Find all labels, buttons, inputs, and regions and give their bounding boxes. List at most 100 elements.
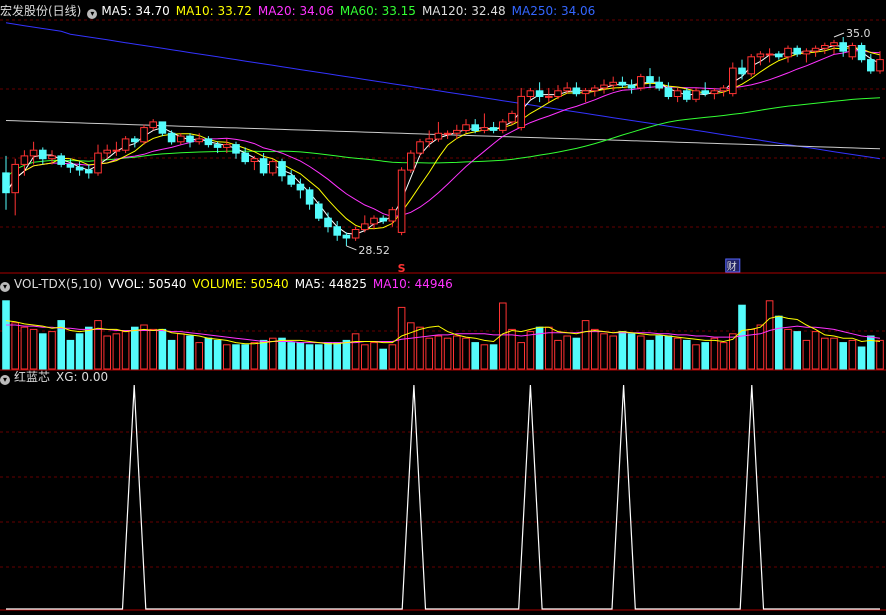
volume-bar	[710, 337, 719, 370]
candle-body	[453, 129, 461, 134]
volume-bar	[443, 337, 452, 370]
settings-icon[interactable]: ▾	[0, 282, 10, 292]
candle-body	[425, 138, 433, 143]
candle-body	[839, 42, 848, 52]
candle-body	[149, 121, 157, 129]
volume-bar	[195, 342, 203, 370]
volume-bar	[600, 333, 608, 370]
volume-bar	[416, 326, 424, 370]
volume-bar	[85, 326, 93, 370]
stock-chart[interactable]: 28.52 35.0 S 财	[0, 0, 886, 615]
volume-bar	[517, 342, 526, 370]
candle-body	[646, 76, 654, 83]
candle-body	[738, 67, 746, 75]
candlesticks[interactable]	[2, 36, 884, 246]
volume-bar	[775, 315, 783, 370]
candle-body	[462, 124, 470, 132]
volume-bar	[821, 337, 829, 370]
settings-icon[interactable]: ▾	[0, 375, 10, 385]
candle-body	[388, 209, 397, 222]
candle-body	[213, 144, 222, 148]
low-leader	[346, 245, 357, 251]
candle-body	[609, 81, 618, 86]
volume-bar	[627, 333, 636, 370]
ma20-label: MA20: 34.06	[257, 4, 334, 18]
candle-body	[94, 152, 102, 174]
candle-body	[315, 203, 323, 219]
volume-bar	[646, 339, 654, 370]
candle-body	[775, 53, 783, 58]
candle-body	[719, 87, 728, 92]
settings-icon[interactable]: ▾	[87, 9, 98, 19]
candle-body	[811, 47, 820, 52]
volume-bar	[839, 342, 848, 370]
vol-name[interactable]: VOL-TDX(5,10)	[14, 277, 102, 291]
volume-bar	[572, 337, 581, 370]
candle-body	[379, 217, 387, 222]
candle-body	[848, 45, 857, 58]
candle-body	[131, 138, 139, 143]
ma10-label: MA10: 33.72	[175, 4, 252, 18]
candle-body	[701, 90, 710, 95]
volume-label: VOLUME: 50540	[192, 277, 289, 291]
xg-line	[6, 384, 880, 610]
candle-body	[535, 90, 544, 98]
finance-mark-icon: 财	[727, 260, 737, 273]
volume-bar	[305, 344, 314, 370]
candle-body	[416, 141, 424, 154]
candle-body	[223, 144, 231, 148]
candle-body	[305, 189, 314, 205]
candle-body	[250, 158, 259, 162]
candle-body	[526, 90, 535, 98]
candle-body	[876, 59, 884, 72]
volume-bar	[388, 344, 397, 370]
volume-bar	[765, 300, 774, 370]
candle-body	[75, 166, 84, 171]
candle-body	[407, 152, 415, 171]
candle-body	[324, 217, 332, 228]
volume-bar	[259, 339, 268, 370]
candle-body	[637, 76, 645, 89]
volume-bar	[489, 344, 498, 370]
volume-bar	[213, 339, 222, 370]
candle-body	[499, 121, 507, 131]
stock-title[interactable]: 宏发股份(日线)	[0, 4, 81, 18]
volume-bar	[351, 333, 360, 370]
volume-bar	[554, 339, 562, 370]
volume-header: ▾ VOL-TDX(5,10) VVOL: 50540 VOLUME: 50540 MA…	[0, 275, 459, 293]
volume-bar	[167, 339, 176, 370]
volume-bar	[48, 331, 56, 370]
candle-body	[830, 42, 838, 47]
volume-bar	[379, 348, 387, 370]
volume-bar	[719, 342, 728, 370]
candle-body	[204, 138, 213, 146]
volume-bar	[756, 324, 765, 370]
volume-bar	[296, 342, 305, 370]
candle-body	[241, 152, 249, 163]
candle-body	[177, 135, 185, 143]
volume-bar	[591, 328, 599, 370]
volume-bar	[39, 333, 47, 370]
candle-body	[729, 67, 737, 95]
volume-bar	[149, 328, 157, 370]
sell-signal-s: S	[398, 262, 406, 275]
volume-bar	[848, 339, 857, 370]
volume-bar	[223, 344, 231, 370]
volume-bar	[637, 335, 645, 370]
candle-body	[121, 138, 130, 151]
volume-bar	[480, 344, 489, 370]
volume-bar	[692, 344, 700, 370]
volume-bar	[655, 335, 664, 370]
volume-bar	[673, 337, 682, 370]
indicator-name[interactable]: 红蓝芯	[14, 370, 50, 384]
candle-body	[747, 56, 756, 75]
candle-body	[618, 81, 627, 86]
candle-body	[710, 90, 719, 95]
volume-bar	[269, 337, 277, 370]
volume-bar	[784, 328, 792, 370]
volume-bar	[66, 339, 75, 370]
candle-body	[167, 132, 176, 143]
vvol-label: VVOL: 50540	[108, 277, 187, 291]
candle-body	[103, 149, 112, 154]
vol-ma10-label: MA10: 44946	[372, 277, 453, 291]
